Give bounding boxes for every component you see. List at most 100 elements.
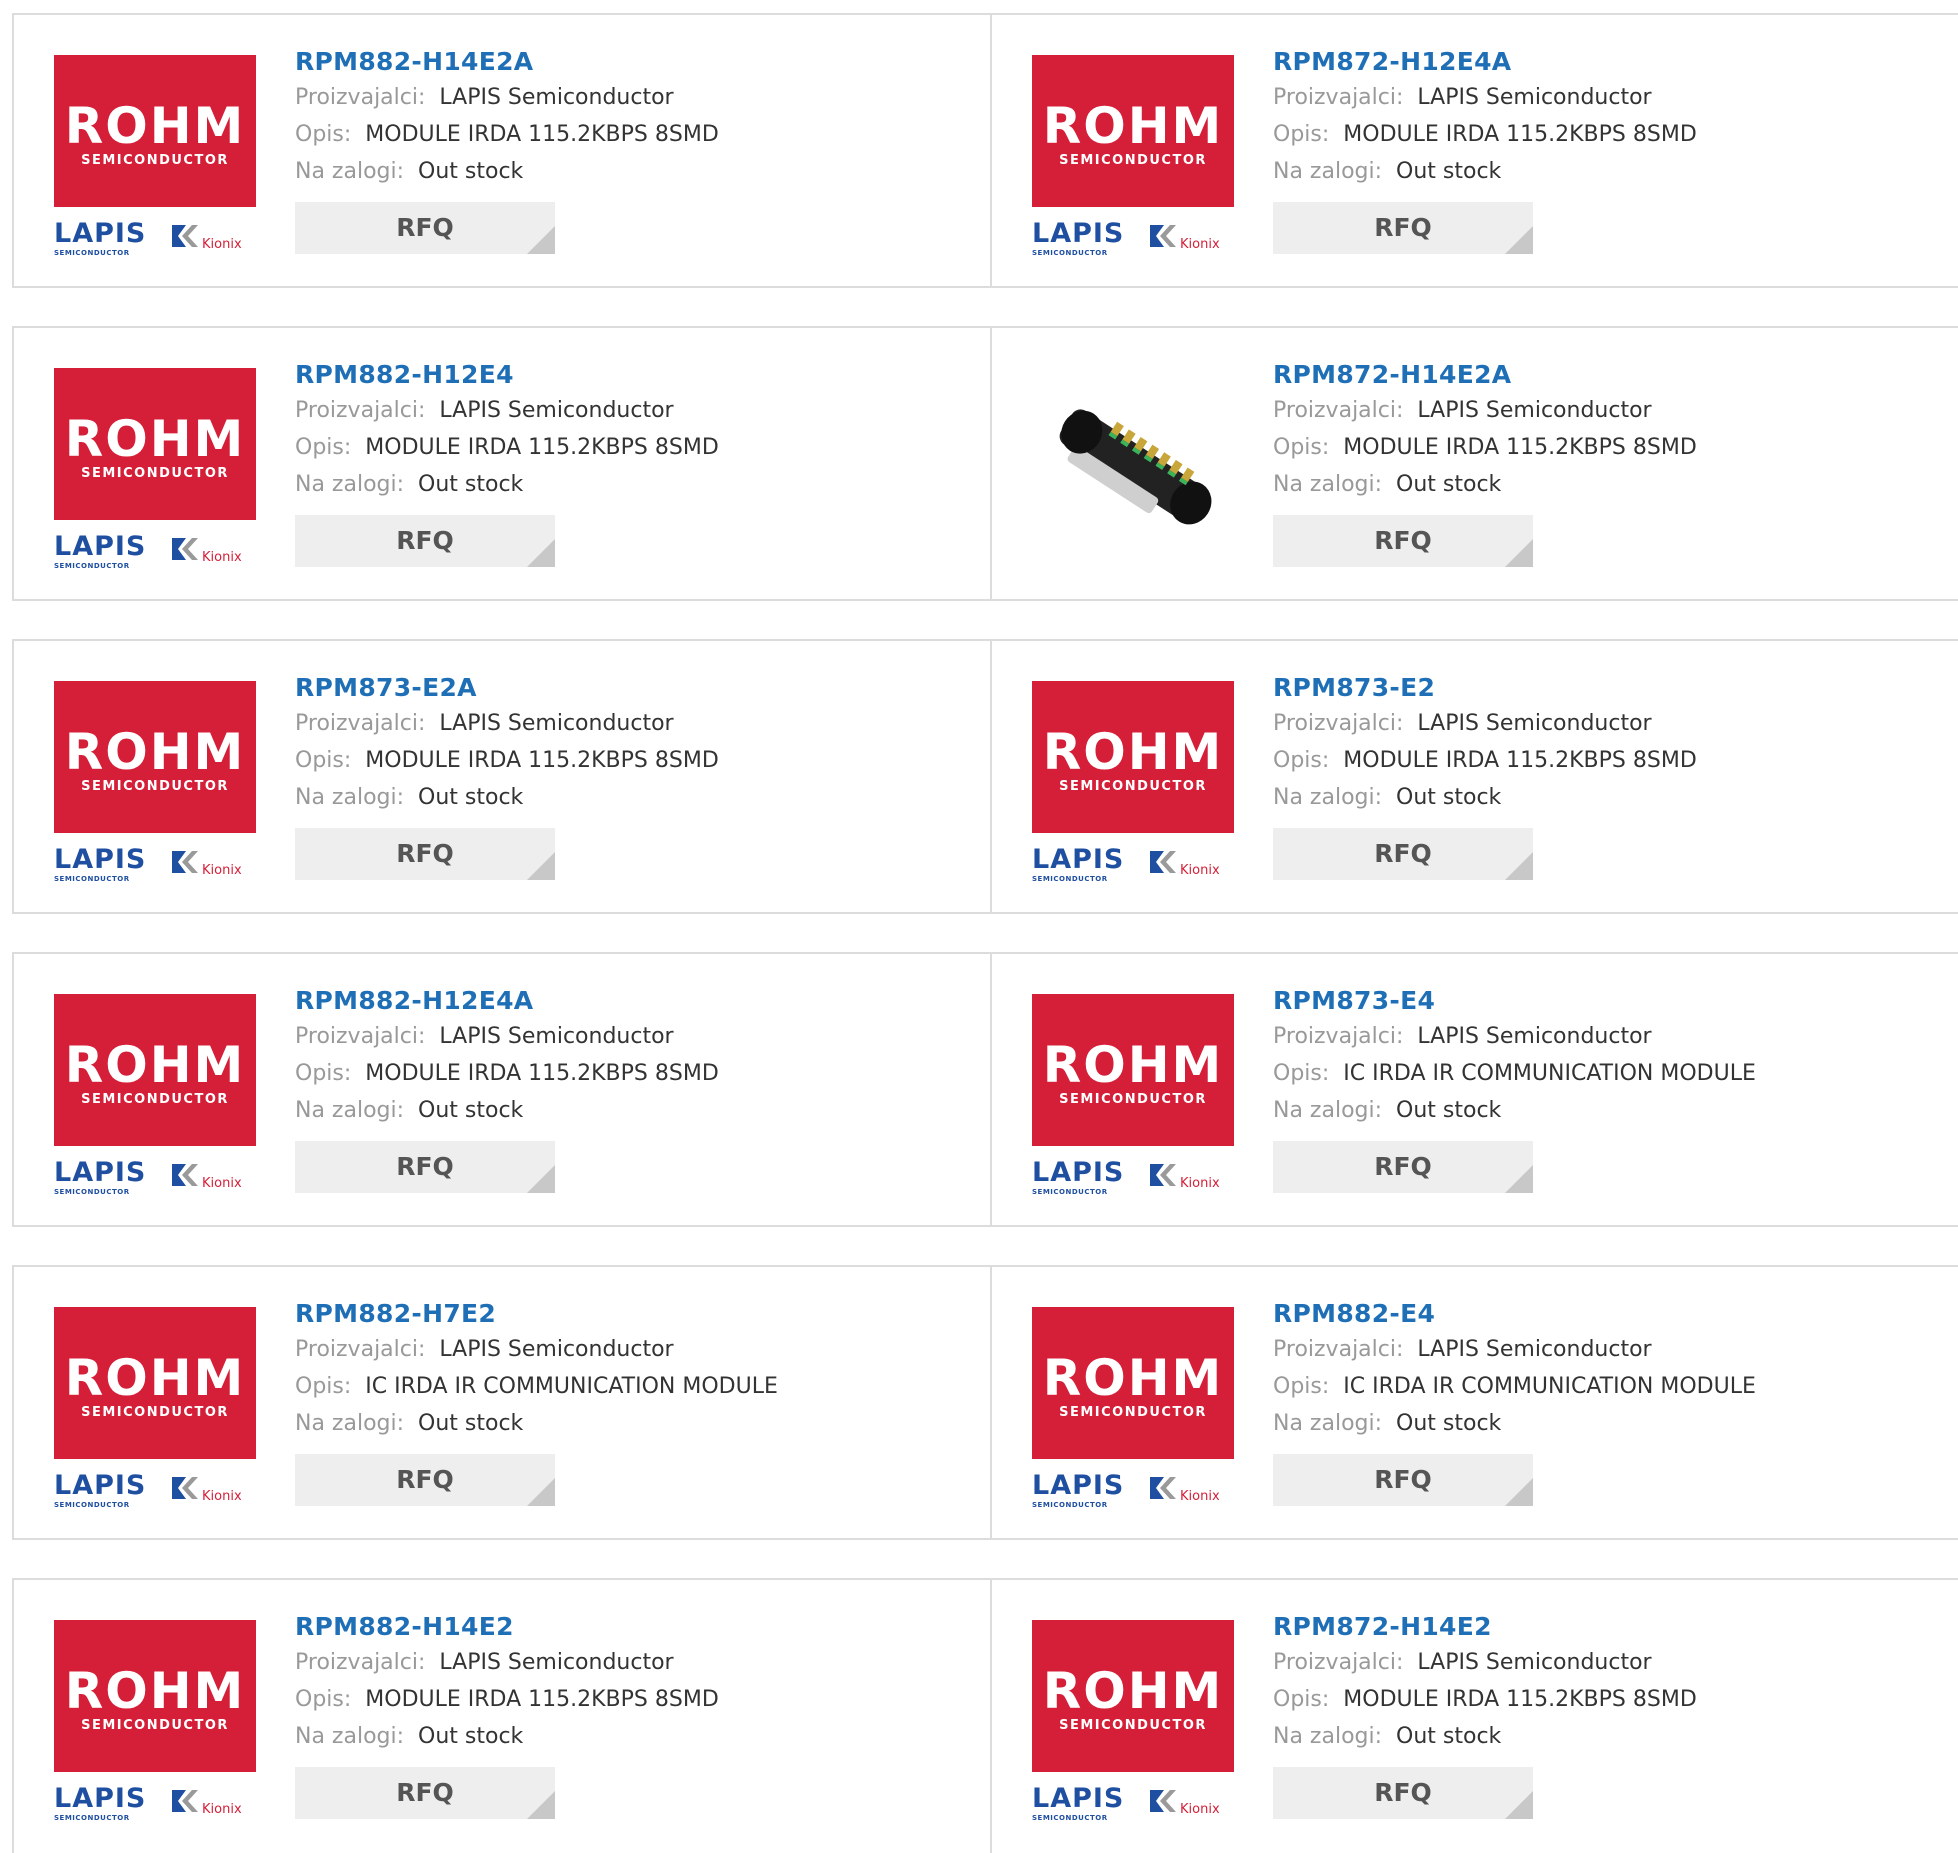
rfq-button-label: RFQ <box>1374 213 1432 242</box>
stock-label: Na zalogi: <box>1273 1724 1383 1749</box>
rohm-logo-text: ROHM <box>64 723 246 781</box>
product-title-link[interactable]: RPM882-H7E2 <box>295 1297 778 1331</box>
product-image[interactable] <box>1032 368 1234 570</box>
product-title-link[interactable]: RPM872-H12E4A <box>1273 45 1697 79</box>
component-photo <box>1032 368 1234 570</box>
stock-label: Na zalogi: <box>1273 785 1383 810</box>
product-title-link[interactable]: RPM873-E4 <box>1273 984 1756 1018</box>
lapis-logo-subtext: SEMICONDUCTOR <box>1032 875 1108 883</box>
rfq-button[interactable]: RFQ <box>1273 1141 1533 1193</box>
stock-line: Na zalogi: Out stock <box>295 1405 778 1442</box>
manufacturer-label: Proizvajalci: <box>295 1337 426 1362</box>
lapis-logo-subtext: SEMICONDUCTOR <box>54 875 130 883</box>
rfq-button[interactable]: RFQ <box>295 1141 555 1193</box>
rfq-button[interactable]: RFQ <box>1273 1767 1533 1819</box>
kionix-logo-text: Kionix <box>1180 1802 1220 1817</box>
stock-value: Out stock <box>1396 1098 1502 1123</box>
rohm-logo-block: ROHM SEMICONDUCTOR <box>1032 1307 1234 1459</box>
rfq-button[interactable]: RFQ <box>1273 202 1533 254</box>
description-value: MODULE IRDA 115.2KBPS 8SMD <box>365 1061 719 1086</box>
rfq-button[interactable]: RFQ <box>295 1454 555 1506</box>
rfq-button[interactable]: RFQ <box>1273 828 1533 880</box>
rfq-button-label: RFQ <box>396 526 454 555</box>
rohm-logo-subtext: SEMICONDUCTOR <box>81 779 229 794</box>
manufacturer-line: Proizvajalci: LAPIS Semiconductor <box>295 1018 719 1055</box>
product-title-link[interactable]: RPM872-H14E2A <box>1273 358 1697 392</box>
product-image[interactable]: ROHM SEMICONDUCTOR LAPIS SEMICONDUCTOR K… <box>54 368 256 570</box>
manufacturer-line: Proizvajalci: LAPIS Semiconductor <box>1273 1018 1756 1055</box>
product-title-link[interactable]: RPM872-H14E2 <box>1273 1610 1697 1644</box>
product-image[interactable]: ROHM SEMICONDUCTOR LAPIS SEMICONDUCTOR K… <box>54 994 256 1196</box>
stock-line: Na zalogi: Out stock <box>1273 1405 1756 1442</box>
rfq-button[interactable]: RFQ <box>295 1767 555 1819</box>
product-image[interactable]: ROHM SEMICONDUCTOR LAPIS SEMICONDUCTOR K… <box>1032 55 1234 257</box>
product-image[interactable]: ROHM SEMICONDUCTOR LAPIS SEMICONDUCTOR K… <box>54 55 256 257</box>
kionix-logo-text: Kionix <box>1180 863 1220 878</box>
lapis-logo-subtext: SEMICONDUCTOR <box>1032 1501 1108 1509</box>
stock-label: Na zalogi: <box>295 1411 405 1436</box>
manufacturer-line: Proizvajalci: LAPIS Semiconductor <box>1273 392 1697 429</box>
rfq-button-label: RFQ <box>396 1778 454 1807</box>
product-image[interactable]: ROHM SEMICONDUCTOR LAPIS SEMICONDUCTOR K… <box>1032 1620 1234 1822</box>
rfq-button[interactable]: RFQ <box>1273 515 1533 567</box>
product-info: RPM882-H14E2A Proizvajalci: LAPIS Semicond… <box>295 45 719 254</box>
kionix-mark-icon <box>172 538 198 560</box>
kionix-logo-text: Kionix <box>1180 1176 1220 1191</box>
rfq-button[interactable]: RFQ <box>295 828 555 880</box>
manufacturer-line: Proizvajalci: LAPIS Semiconductor <box>295 705 719 742</box>
product-image[interactable]: ROHM SEMICONDUCTOR LAPIS SEMICONDUCTOR K… <box>1032 1307 1234 1509</box>
lapis-logo-text: LAPIS <box>1032 218 1125 249</box>
product-title-link[interactable]: RPM882-H12E4 <box>295 358 719 392</box>
lapis-logo-subtext: SEMICONDUCTOR <box>54 1501 130 1509</box>
rfq-button[interactable]: RFQ <box>295 202 555 254</box>
product-image[interactable]: ROHM SEMICONDUCTOR LAPIS SEMICONDUCTOR K… <box>54 1620 256 1822</box>
description-line: Opis: MODULE IRDA 115.2KBPS 8SMD <box>295 742 719 779</box>
rfq-button[interactable]: RFQ <box>1273 1454 1533 1506</box>
product-title-link[interactable]: RPM882-H12E4A <box>295 984 719 1018</box>
rohm-logo-text: ROHM <box>64 410 246 468</box>
description-label: Opis: <box>1273 1061 1330 1086</box>
kionix-mark-icon <box>172 225 198 247</box>
description-value: MODULE IRDA 115.2KBPS 8SMD <box>1343 435 1697 460</box>
description-line: Opis: MODULE IRDA 115.2KBPS 8SMD <box>1273 429 1697 466</box>
rohm-logo-subtext: SEMICONDUCTOR <box>1059 1718 1207 1733</box>
product-title-link[interactable]: RPM882-E4 <box>1273 1297 1756 1331</box>
corner-triangle-icon <box>527 1165 555 1193</box>
manufacturer-value: LAPIS Semiconductor <box>1417 1650 1652 1675</box>
description-label: Opis: <box>295 748 352 773</box>
description-label: Opis: <box>1273 435 1330 460</box>
product-card: ROHM SEMICONDUCTOR LAPIS SEMICONDUCTOR K… <box>14 954 992 1225</box>
product-title-link[interactable]: RPM882-H14E2 <box>295 1610 719 1644</box>
product-card: ROHM SEMICONDUCTOR LAPIS SEMICONDUCTOR K… <box>14 1267 992 1538</box>
product-image[interactable]: ROHM SEMICONDUCTOR LAPIS SEMICONDUCTOR K… <box>54 1307 256 1509</box>
rohm-logo-block: ROHM SEMICONDUCTOR <box>1032 994 1234 1146</box>
product-image[interactable]: ROHM SEMICONDUCTOR LAPIS SEMICONDUCTOR K… <box>1032 681 1234 883</box>
product-title-link[interactable]: RPM873-E2 <box>1273 671 1697 705</box>
description-value: MODULE IRDA 115.2KBPS 8SMD <box>1343 1687 1697 1712</box>
rfq-button-label: RFQ <box>396 1152 454 1181</box>
lapis-logo-text: LAPIS <box>54 844 147 875</box>
rfq-button-label: RFQ <box>396 213 454 242</box>
stock-line: Na zalogi: Out stock <box>1273 466 1697 503</box>
stock-label: Na zalogi: <box>295 1098 405 1123</box>
product-image[interactable]: ROHM SEMICONDUCTOR LAPIS SEMICONDUCTOR K… <box>54 681 256 883</box>
product-info: RPM872-H12E4A Proizvajalci: LAPIS Semicond… <box>1273 45 1697 254</box>
product-title-link[interactable]: RPM873-E2A <box>295 671 719 705</box>
product-info: RPM872-H14E2 Proizvajalci: LAPIS Semicondu… <box>1273 1610 1697 1819</box>
kionix-mark-icon <box>1150 1477 1176 1499</box>
product-image[interactable]: ROHM SEMICONDUCTOR LAPIS SEMICONDUCTOR K… <box>1032 994 1234 1196</box>
manufacturer-line: Proizvajalci: LAPIS Semiconductor <box>295 1644 719 1681</box>
lapis-logo-text: LAPIS <box>1032 1783 1125 1814</box>
stock-value: Out stock <box>418 1411 524 1436</box>
lapis-logo-subtext: SEMICONDUCTOR <box>54 249 130 257</box>
stock-value: Out stock <box>1396 1724 1502 1749</box>
rohm-logo-subtext: SEMICONDUCTOR <box>81 466 229 481</box>
kionix-logo-text: Kionix <box>202 237 242 252</box>
product-title-link[interactable]: RPM882-H14E2A <box>295 45 719 79</box>
product-info: RPM882-E4 Proizvajalci: LAPIS Semiconducto… <box>1273 1297 1756 1506</box>
manufacturer-value: LAPIS Semiconductor <box>1417 1337 1652 1362</box>
rfq-button[interactable]: RFQ <box>295 515 555 567</box>
rohm-logo-text: ROHM <box>1042 1036 1224 1094</box>
description-line: Opis: MODULE IRDA 115.2KBPS 8SMD <box>1273 742 1697 779</box>
kionix-mark-icon <box>1150 225 1176 247</box>
